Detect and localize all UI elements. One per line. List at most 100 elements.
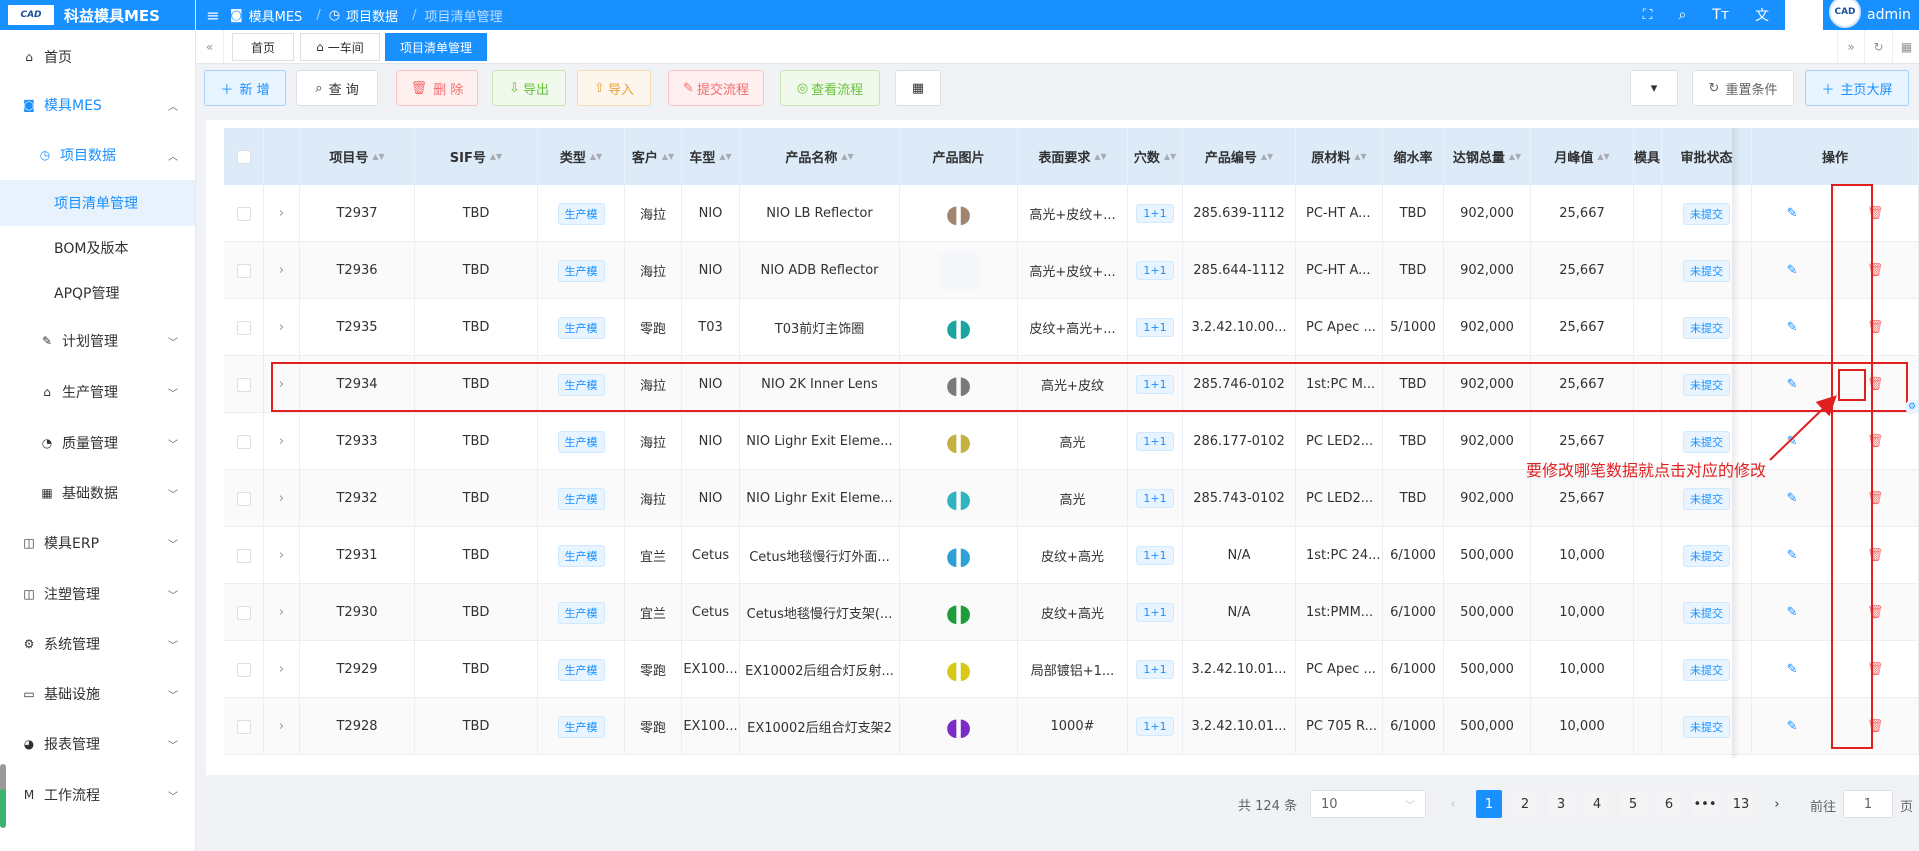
edit-icon[interactable]: ✎: [1787, 491, 1798, 506]
edit-icon[interactable]: ✎: [1787, 548, 1798, 563]
column-header[interactable]: 车型 ▲▼: [682, 128, 740, 185]
avatar[interactable]: CAD: [1829, 0, 1861, 28]
chevron-right-icon[interactable]: ›: [279, 263, 284, 278]
export-button[interactable]: ⇩ 导出: [492, 70, 566, 106]
page-button[interactable]: 5: [1620, 790, 1646, 818]
sort-icon[interactable]: ▲▼: [372, 152, 384, 160]
edit-icon[interactable]: ✎: [1787, 662, 1798, 677]
sidebar-item-reports[interactable]: ◕ 报表管理 ﹀: [0, 721, 195, 767]
row-checkbox[interactable]: [236, 491, 251, 506]
row-checkbox[interactable]: [236, 662, 251, 677]
sort-icon[interactable]: ▲▼: [1261, 152, 1273, 160]
sort-icon[interactable]: ▲▼: [1354, 152, 1366, 160]
edit-icon[interactable]: ✎: [1787, 719, 1798, 734]
page-button[interactable]: 3: [1548, 790, 1574, 818]
font-size-icon[interactable]: Tт: [1712, 7, 1729, 23]
settings-float-icon[interactable]: ⚙: [1905, 400, 1919, 414]
sidebar-item-bom[interactable]: BOM及版本: [0, 225, 195, 271]
column-header[interactable]: SIF号 ▲▼: [415, 128, 538, 185]
table-row[interactable]: › T2937 TBD 生产模 海拉 NIO NIO LB Reflector ◖◗ 高光+皮纹…: [224, 185, 1919, 242]
column-header[interactable]: 操作: [1752, 128, 1919, 185]
tab-home[interactable]: 首页: [232, 33, 294, 61]
edit-icon[interactable]: ✎: [1787, 263, 1798, 278]
row-checkbox[interactable]: [236, 206, 251, 221]
table-row[interactable]: › T2936 TBD 生产模 海拉 NIO NIO ADB Reflector 高光+皮纹+…: [224, 242, 1919, 299]
sidebar-item-project-data[interactable]: ◷ 项目数据 ︿: [0, 132, 195, 178]
big-screen-button[interactable]: ＋ 主页大屏: [1805, 70, 1909, 106]
product-image[interactable]: ◖◗: [939, 195, 979, 233]
product-image[interactable]: ◖◗: [939, 480, 979, 518]
trash-icon[interactable]: 🗑: [1867, 434, 1884, 449]
chevron-right-icon[interactable]: ›: [279, 719, 284, 734]
column-header[interactable]: 穴数 ▲▼: [1128, 128, 1183, 185]
column-header[interactable]: 产品图片: [900, 128, 1018, 185]
row-checkbox[interactable]: [236, 434, 251, 449]
page-size-select[interactable]: 10 ﹀: [1310, 790, 1426, 818]
sidebar-item-base-data[interactable]: ▦ 基础数据 ﹀: [0, 470, 195, 516]
row-checkbox[interactable]: [236, 548, 251, 563]
sort-icon[interactable]: ▲▼: [1094, 152, 1106, 160]
menu-toggle-icon[interactable]: ≡: [196, 6, 230, 25]
reset-conditions-button[interactable]: ↻ 重置条件: [1692, 70, 1794, 106]
trash-icon[interactable]: 🗑: [1867, 206, 1884, 221]
product-image[interactable]: ◖◗: [939, 708, 979, 746]
tabs-scroll-left-icon[interactable]: «: [196, 30, 224, 63]
trash-icon[interactable]: 🗑: [1867, 662, 1884, 677]
chevron-right-icon[interactable]: ›: [279, 548, 284, 563]
select-all-checkbox[interactable]: [236, 149, 251, 164]
product-image[interactable]: ◖◗: [939, 651, 979, 689]
product-image[interactable]: ◖◗: [939, 423, 979, 461]
chevron-right-icon[interactable]: ›: [279, 491, 284, 506]
sort-icon[interactable]: ▲▼: [1164, 152, 1176, 160]
product-image[interactable]: ◖◗: [939, 309, 979, 347]
table-row[interactable]: › T2929 TBD 生产模 零跑 EX100... EX10002后组合灯反射... ◖◗…: [224, 641, 1919, 698]
column-header[interactable]: 项目号 ▲▼: [300, 128, 415, 185]
tab-project-list[interactable]: 项目清单管理: [385, 33, 487, 61]
product-image[interactable]: ◖◗: [939, 594, 979, 632]
chevron-right-icon[interactable]: ›: [279, 320, 284, 335]
toggle-search-button[interactable]: ▾: [1630, 70, 1678, 106]
chevron-right-icon[interactable]: ›: [279, 377, 284, 392]
edit-icon[interactable]: ✎: [1787, 206, 1798, 221]
sort-icon[interactable]: ▲▼: [719, 152, 731, 160]
chevron-right-icon[interactable]: ›: [279, 662, 284, 677]
sidebar-item-infrastructure[interactable]: ▭ 基础设施 ﹀: [0, 671, 195, 717]
sidebar-item-injection[interactable]: ◫ 注塑管理 ﹀: [0, 571, 195, 617]
edit-icon[interactable]: ✎: [1787, 605, 1798, 620]
translate-icon[interactable]: 文: [1755, 5, 1769, 25]
column-header[interactable]: 原材料 ▲▼: [1296, 128, 1383, 185]
search-icon[interactable]: ⌕: [1678, 7, 1686, 23]
page-button[interactable]: 1: [1476, 790, 1502, 818]
goto-page-input[interactable]: 1: [1843, 790, 1893, 818]
trash-icon[interactable]: 🗑: [1867, 491, 1884, 506]
username[interactable]: admin: [1867, 7, 1911, 23]
trash-icon[interactable]: 🗑: [1867, 548, 1884, 563]
apps-icon[interactable]: ▦: [1893, 30, 1919, 63]
sort-icon[interactable]: ▲▼: [590, 152, 602, 160]
sidebar-item-quality[interactable]: ◔ 质量管理 ﹀: [0, 420, 195, 466]
trash-icon[interactable]: 🗑: [1867, 605, 1884, 620]
row-checkbox[interactable]: [236, 605, 251, 620]
sidebar-item-plan[interactable]: ✎ 计划管理 ﹀: [0, 318, 195, 364]
trash-icon[interactable]: 🗑: [1867, 719, 1884, 734]
sidebar-item-mold-mes[interactable]: ◙ 模具MES ︿: [0, 82, 195, 128]
refresh-icon[interactable]: ↻: [1865, 30, 1893, 63]
next-page-icon[interactable]: ›: [1764, 790, 1790, 818]
product-image[interactable]: ◖◗: [939, 366, 979, 404]
sidebar-item-production[interactable]: ⌂ 生产管理 ﹀: [0, 369, 195, 415]
view-flow-button[interactable]: ◎ 查看流程: [780, 70, 880, 106]
breadcrumb-item[interactable]: 项目数据: [346, 6, 398, 25]
sidebar-item-system[interactable]: ⚙ 系统管理 ﹀: [0, 621, 195, 667]
trash-icon[interactable]: 🗑: [1867, 320, 1884, 335]
table-row[interactable]: › T2935 TBD 生产模 零跑 T03 T03前灯主饰圈 ◖◗ 皮纹+高光+... 1+1 3…: [224, 299, 1919, 356]
column-header[interactable]: 产品名称 ▲▼: [740, 128, 900, 185]
page-button[interactable]: 2: [1512, 790, 1538, 818]
prev-page-icon[interactable]: ‹: [1440, 790, 1466, 818]
tab-workshop[interactable]: ⌂ 一车间: [300, 33, 380, 61]
column-header[interactable]: 缩水率: [1383, 128, 1444, 185]
trash-icon[interactable]: 🗑: [1867, 377, 1884, 392]
sidebar-item-project-list[interactable]: 项目清单管理: [0, 180, 195, 226]
row-checkbox[interactable]: [236, 263, 251, 278]
page-button[interactable]: 6: [1656, 790, 1682, 818]
sort-icon[interactable]: ▲▼: [662, 152, 674, 160]
